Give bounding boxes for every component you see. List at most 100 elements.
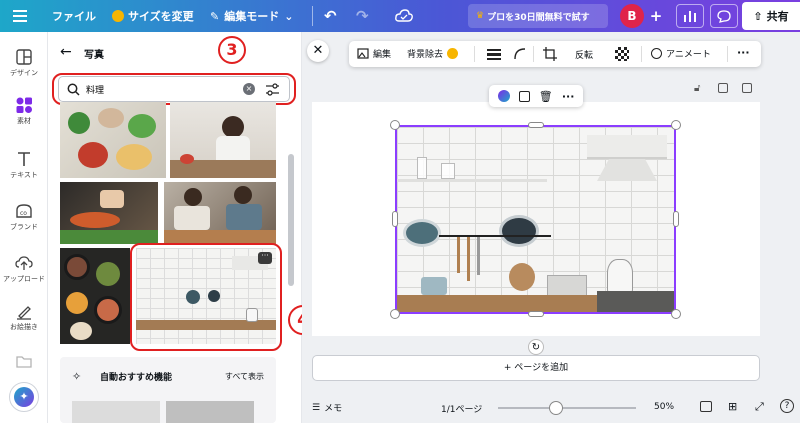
folder-icon[interactable] (0, 352, 48, 372)
edit-mode-label: 編集モード (224, 10, 280, 23)
trash-icon[interactable]: 🗑︎ (539, 90, 553, 103)
photo-result[interactable] (60, 248, 130, 344)
animate-icon (651, 48, 662, 59)
resize-button[interactable]: サイズを変更 (112, 0, 194, 32)
file-menu[interactable]: ファイル (52, 0, 96, 32)
notes-icon: ☰ (312, 402, 321, 413)
share-icon: ⇧ (753, 9, 763, 23)
animate-label: アニメート (666, 50, 711, 60)
edit-mode-button[interactable]: ✎ 編集モード ⌄ (210, 0, 293, 32)
crop-icon[interactable] (543, 47, 557, 64)
edit-label: 編集 (373, 50, 392, 60)
divider (533, 46, 534, 62)
divider (474, 46, 475, 62)
grid-view-icon[interactable]: ⊞ (728, 400, 737, 413)
side-rail: デザイン 素材 テキスト co ブランド アップロード お絵描き ✦ (0, 32, 48, 423)
selected-image[interactable] (395, 125, 676, 314)
share-button[interactable]: ⇧ 共有 (742, 2, 800, 30)
draw-icon (17, 306, 31, 320)
text-icon (18, 152, 30, 166)
share-label: 共有 (766, 10, 789, 23)
upload-icon (15, 256, 33, 270)
feature-title: 自動おすすめ機能 (100, 373, 173, 383)
copy-icon[interactable] (518, 90, 530, 102)
recommendation-card: ✧ 自動おすすめ機能 すべて表示 (60, 357, 276, 423)
rail-item-upload[interactable]: アップロード (0, 254, 48, 284)
rail-item-brand[interactable]: co ブランド (0, 202, 48, 232)
pencil-icon: ✎ (210, 9, 220, 23)
resize-handle[interactable] (671, 120, 681, 130)
comment-icon[interactable] (710, 4, 738, 28)
photo-result[interactable] (60, 182, 158, 244)
add-page-icon[interactable] (742, 83, 752, 93)
photos-panel: ← 写真 × (48, 32, 302, 423)
show-all-link[interactable]: すべて表示 (225, 371, 264, 382)
resize-handle[interactable] (390, 120, 400, 130)
brand-icon: co (16, 204, 32, 218)
photo-result[interactable] (60, 102, 166, 178)
divider (641, 46, 642, 62)
avatar[interactable]: B (620, 4, 644, 28)
annotation-highlight (52, 73, 296, 105)
rail-item-draw[interactable]: お絵描き (0, 302, 48, 332)
undo-icon[interactable]: ↶ (324, 0, 337, 32)
resize-handle[interactable] (528, 311, 544, 317)
bg-remove-label: 背景除去 (407, 50, 444, 60)
resize-handle[interactable] (673, 211, 679, 227)
notes-label: メモ (324, 404, 343, 414)
close-icon[interactable]: ✕ (307, 40, 329, 62)
sparkle-icon: ✦ (14, 387, 34, 407)
crown-icon: ♛ (476, 11, 485, 21)
step-3-marker: 3 (218, 36, 246, 64)
flip-button[interactable]: 反転 (575, 48, 593, 61)
photo-result[interactable] (164, 182, 276, 244)
transparency-icon[interactable] (615, 47, 629, 61)
more-options-icon[interactable]: ··· (737, 46, 750, 59)
add-member-icon[interactable]: + (646, 0, 666, 32)
scrollbar-thumb[interactable] (288, 154, 294, 286)
rail-label: デザイン (10, 69, 38, 77)
add-page-button[interactable]: + ページを追加 (312, 355, 760, 381)
image-icon (357, 48, 369, 59)
fullscreen-icon[interactable]: ⤢ (755, 400, 764, 414)
more-options-icon[interactable]: ··· (562, 90, 575, 103)
redo-icon[interactable]: ↷ (356, 0, 369, 32)
help-icon[interactable]: ? (780, 399, 794, 413)
rail-item-text[interactable]: テキスト (0, 150, 48, 180)
resize-handle[interactable] (392, 211, 398, 227)
notes-button[interactable]: ☰ メモ (312, 401, 343, 415)
insights-icon[interactable] (676, 4, 704, 28)
pro-trial-button[interactable]: ♛ プロを30日間無料で試す (468, 4, 608, 28)
zoom-value: 50% (654, 402, 675, 412)
back-arrow-icon[interactable]: ← (60, 44, 72, 60)
resize-handle[interactable] (390, 309, 400, 319)
rail-label: アップロード (3, 275, 45, 283)
cloud-save-icon[interactable] (395, 0, 413, 32)
crown-icon (447, 48, 459, 59)
chevron-down-icon: ⌄ (284, 9, 294, 23)
menu-icon[interactable] (10, 0, 30, 32)
top-bar: ファイル サイズを変更 ✎ 編集モード ⌄ ↶ ↷ ♛ プロを30日間無料で試す… (0, 0, 800, 32)
bg-remove-button[interactable]: 背景除去 (407, 47, 459, 60)
zoom-slider[interactable] (498, 401, 636, 415)
magic-assistant-button[interactable]: ✦ (9, 382, 39, 412)
animate-button[interactable]: アニメート (651, 47, 711, 60)
page-view-icon[interactable] (700, 401, 712, 412)
context-toolbar: 編集 背景除去 反転 アニメート ··· (349, 41, 761, 67)
border-weight-icon[interactable] (487, 48, 501, 63)
corner-rounding-icon[interactable] (513, 47, 526, 63)
duplicate-page-icon[interactable] (718, 83, 728, 93)
photo-result[interactable] (170, 102, 276, 178)
resize-handle[interactable] (528, 122, 544, 128)
resize-handle[interactable] (671, 309, 681, 319)
page-counter: 1/1ページ (441, 405, 483, 415)
edit-image-button[interactable]: 編集 (357, 47, 391, 60)
magic-edit-icon[interactable] (497, 90, 510, 102)
rail-item-design[interactable]: デザイン (0, 48, 48, 78)
rotate-icon[interactable]: ↻ (528, 339, 544, 355)
rail-item-elements[interactable]: 素材 (0, 96, 48, 126)
sparkle-icon: ✧ (72, 370, 82, 383)
crown-icon (112, 10, 124, 22)
lock-icon[interactable]: 🔓︎ (694, 83, 700, 94)
zoom-slider-thumb[interactable] (549, 401, 563, 415)
